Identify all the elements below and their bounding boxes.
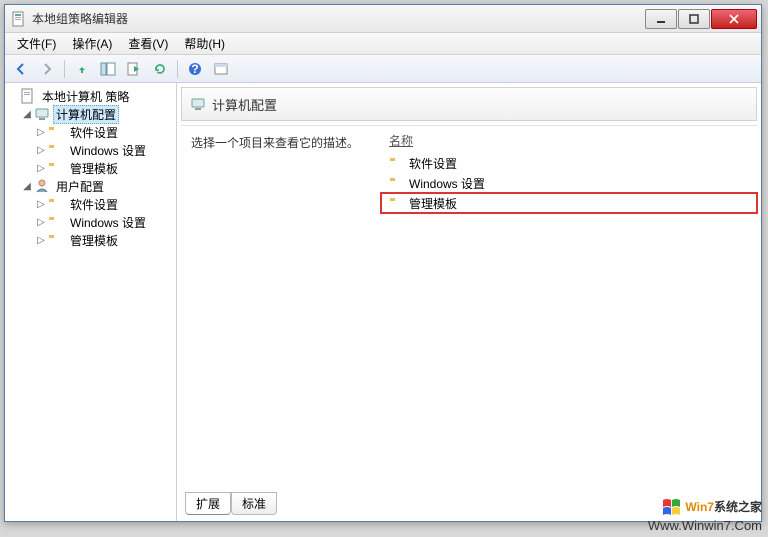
content-main: 选择一个项目来查看它的描述。 名称 软件设置 Windows 设置 管理模板: [181, 125, 757, 517]
window-controls: [645, 9, 757, 29]
policy-icon: [20, 88, 36, 104]
toolbar-separator: [177, 60, 178, 78]
expand-icon[interactable]: ▷: [35, 145, 47, 156]
group-policy-editor-window: 本地组策略编辑器 文件(F) 操作(A) 查看(V) 帮助(H) ? 本地计算机…: [4, 4, 762, 522]
properties-button[interactable]: [209, 58, 233, 80]
content-title: 计算机配置: [212, 95, 277, 114]
tree-item-windows-settings[interactable]: ▷ Windows 设置: [35, 141, 174, 159]
tree-label: 用户配置: [53, 177, 107, 196]
tree-label: 软件设置: [67, 123, 121, 142]
folder-icon: [389, 175, 405, 191]
expand-icon[interactable]: ▷: [35, 199, 47, 210]
close-button[interactable]: [711, 9, 757, 29]
tree-item-software-settings-user[interactable]: ▷ 软件设置: [35, 195, 174, 213]
tree-label: Windows 设置: [67, 213, 149, 232]
folder-icon: [48, 196, 64, 212]
description-column: 选择一个项目来查看它的描述。: [181, 126, 381, 517]
menu-file[interactable]: 文件(F): [9, 33, 64, 54]
content-pane: 计算机配置 选择一个项目来查看它的描述。 名称 软件设置 Windows 设置: [177, 83, 761, 521]
expand-icon[interactable]: ▷: [35, 217, 47, 228]
maximize-button[interactable]: [678, 9, 710, 29]
toolbar: ?: [5, 55, 761, 83]
refresh-button[interactable]: [148, 58, 172, 80]
expand-icon[interactable]: ▷: [35, 235, 47, 246]
menu-view[interactable]: 查看(V): [120, 33, 176, 54]
computer-icon: [190, 96, 206, 112]
tree-item-software-settings[interactable]: ▷ 软件设置: [35, 123, 174, 141]
item-label: 软件设置: [409, 155, 457, 172]
computer-icon: [34, 106, 50, 122]
collapse-icon[interactable]: ◢: [21, 181, 33, 192]
tree-root[interactable]: 本地计算机 策略: [7, 87, 174, 105]
app-icon: [11, 11, 27, 27]
folder-icon: [48, 160, 64, 176]
window-title: 本地组策略编辑器: [32, 10, 645, 27]
show-hide-tree-button[interactable]: [96, 58, 120, 80]
tree-item-windows-settings-user[interactable]: ▷ Windows 设置: [35, 213, 174, 231]
tree-label: 管理模板: [67, 231, 121, 250]
tree-label: 本地计算机 策略: [39, 87, 132, 106]
body: 本地计算机 策略 ◢ 计算机配置 ▷ 软件设置 ▷: [5, 83, 761, 521]
list-item[interactable]: 软件设置: [381, 153, 757, 173]
description-prompt: 选择一个项目来查看它的描述。: [191, 134, 371, 151]
tree-item-admin-templates-user[interactable]: ▷ 管理模板: [35, 231, 174, 249]
tree-pane[interactable]: 本地计算机 策略 ◢ 计算机配置 ▷ 软件设置 ▷: [5, 83, 177, 521]
tree-label: Windows 设置: [67, 141, 149, 160]
tree-label: 管理模板: [67, 159, 121, 178]
folder-icon: [48, 232, 64, 248]
folder-icon: [389, 155, 405, 171]
collapse-icon[interactable]: ◢: [21, 109, 33, 120]
content-header: 计算机配置: [181, 87, 757, 121]
item-label: Windows 设置: [409, 175, 485, 192]
svg-text:?: ?: [191, 62, 198, 76]
titlebar[interactable]: 本地组策略编辑器: [5, 5, 761, 33]
folder-icon: [48, 124, 64, 140]
menu-action[interactable]: 操作(A): [64, 33, 120, 54]
tree-label: 计算机配置: [53, 105, 119, 124]
tabs-strip: 扩展 标准: [185, 492, 277, 515]
tree-label: 软件设置: [67, 195, 121, 214]
up-button[interactable]: [70, 58, 94, 80]
tree-item-admin-templates[interactable]: ▷ 管理模板: [35, 159, 174, 177]
item-label: 管理模板: [409, 195, 457, 212]
help-button[interactable]: ?: [183, 58, 207, 80]
tab-extended[interactable]: 扩展: [185, 492, 231, 515]
user-icon: [34, 178, 50, 194]
expand-icon[interactable]: ▷: [35, 163, 47, 174]
column-header-name[interactable]: 名称: [381, 126, 757, 153]
tree-user-config[interactable]: ◢ 用户配置: [21, 177, 174, 195]
folder-icon: [389, 195, 405, 211]
list-column: 名称 软件设置 Windows 设置 管理模板: [381, 126, 757, 517]
menubar: 文件(F) 操作(A) 查看(V) 帮助(H): [5, 33, 761, 55]
forward-button[interactable]: [35, 58, 59, 80]
folder-icon: [48, 214, 64, 230]
list-item[interactable]: Windows 设置: [381, 173, 757, 193]
menu-help[interactable]: 帮助(H): [176, 33, 233, 54]
list-item-highlighted[interactable]: 管理模板: [381, 193, 757, 213]
tree-computer-config[interactable]: ◢ 计算机配置: [21, 105, 174, 123]
export-button[interactable]: [122, 58, 146, 80]
folder-icon: [48, 142, 64, 158]
tab-standard[interactable]: 标准: [231, 492, 277, 515]
toolbar-separator: [64, 60, 65, 78]
minimize-button[interactable]: [645, 9, 677, 29]
back-button[interactable]: [9, 58, 33, 80]
expand-icon[interactable]: ▷: [35, 127, 47, 138]
